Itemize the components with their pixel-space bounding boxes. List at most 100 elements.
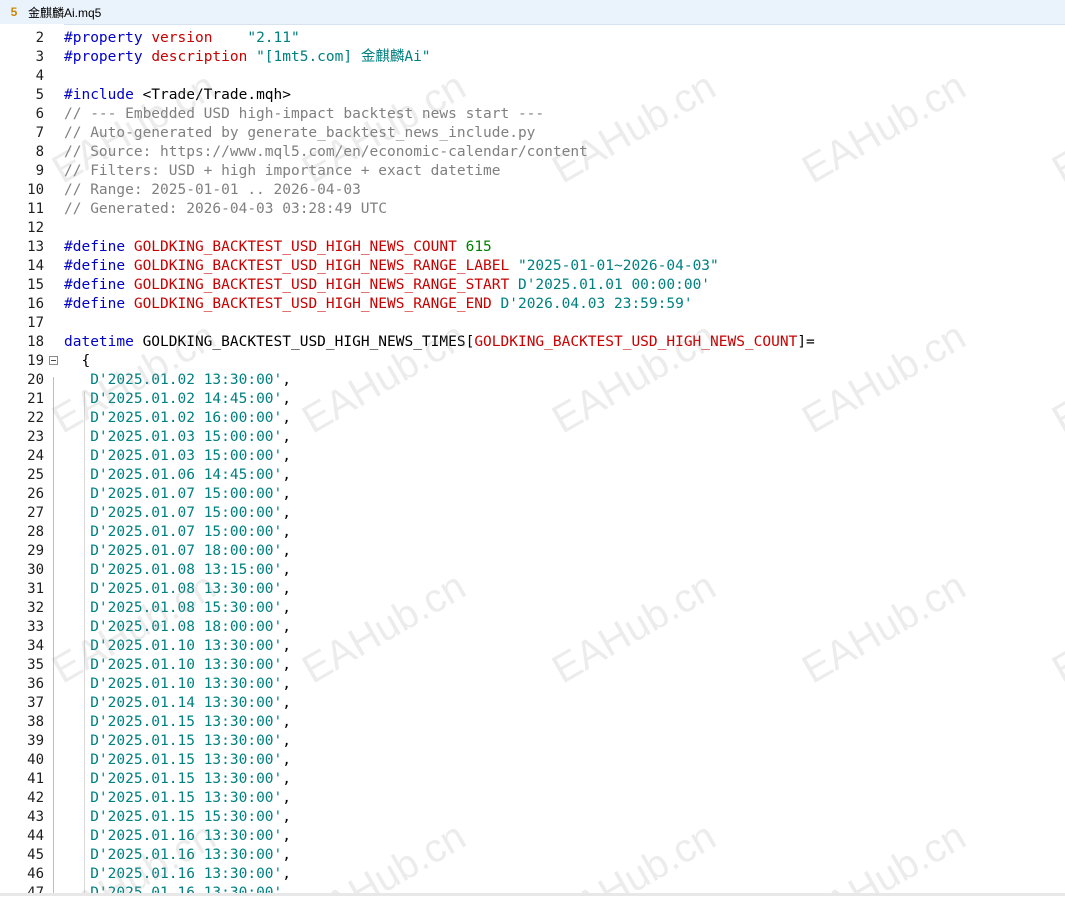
token-key: description [151,49,248,65]
fold-toggle-icon[interactable] [49,356,58,365]
code-line[interactable]: 25 D'2025.01.06 14:45:00', [0,466,1065,485]
line-number: 31 [27,581,44,597]
code-line[interactable]: 16 #define GOLDKING_BACKTEST_USD_HIGH_NEW… [0,295,1065,314]
code-line[interactable]: 33 D'2025.01.08 18:00:00', [0,618,1065,637]
token-txt: GOLDKING_BACKTEST_USD_HIGH_NEWS_TIMES[ [142,334,475,350]
code-line[interactable]: 10 // Range: 2025-01-01 .. 2026-04-03 [0,181,1065,200]
code-text: #property description "[1mt5.com] 金麒麟Ai" [64,48,431,67]
code-text: D'2025.01.08 13:15:00', [64,561,291,580]
code-line[interactable]: 42 D'2025.01.15 13:30:00', [0,789,1065,808]
code-line[interactable]: 41 D'2025.01.15 13:30:00', [0,770,1065,789]
code-line[interactable]: 15 #define GOLDKING_BACKTEST_USD_HIGH_NEW… [0,276,1065,295]
token-txt: , [282,771,291,787]
code-line[interactable]: 7 // Auto-generated by generate_backtest_… [0,124,1065,143]
token-txt: , [282,372,291,388]
token-txt: , [282,448,291,464]
code-line[interactable]: 8 // Source: https://www.mql5.com/en/econ… [0,143,1065,162]
token-txt: , [282,790,291,806]
line-number: 3 [35,49,44,65]
code-line[interactable]: 31 D'2025.01.08 13:30:00', [0,580,1065,599]
code-line[interactable]: 46 D'2025.01.16 13:30:00', [0,865,1065,884]
code-line[interactable]: 32 D'2025.01.08 15:30:00', [0,599,1065,618]
line-number: 16 [27,296,44,312]
code-line[interactable]: 21 D'2025.01.02 14:45:00', [0,390,1065,409]
token-str: D'2025.01.03 15:00:00' [90,448,283,464]
line-number: 6 [35,106,44,122]
code-line[interactable]: 44 D'2025.01.16 13:30:00', [0,827,1065,846]
token-txt: , [282,543,291,559]
line-number: 22 [27,410,44,426]
code-editor[interactable]: 2 #property version "2.11" 3 #property desc… [0,24,1065,896]
code-text: D'2025.01.06 14:45:00', [64,466,291,485]
token-txt: , [282,847,291,863]
code-line[interactable]: 27 D'2025.01.07 15:00:00', [0,504,1065,523]
code-line[interactable]: 5 #include <Trade/Trade.mqh> [0,86,1065,105]
token-str: D'2025.01.10 13:30:00' [90,657,283,673]
line-number: 33 [27,619,44,635]
line-number: 39 [27,733,44,749]
code-line[interactable]: 45 D'2025.01.16 13:30:00', [0,846,1065,865]
code-line[interactable]: 30 D'2025.01.08 13:15:00', [0,561,1065,580]
token-dir: #define [64,277,134,293]
line-number: 35 [27,657,44,673]
code-line[interactable]: 35 D'2025.01.10 13:30:00', [0,656,1065,675]
code-line[interactable]: 29 D'2025.01.07 18:00:00', [0,542,1065,561]
token-txt: , [282,638,291,654]
code-line[interactable]: 2 #property version "2.11" [0,29,1065,48]
code-text: D'2025.01.02 14:45:00', [64,390,291,409]
line-number: 9 [35,163,44,179]
code-line[interactable]: 39 D'2025.01.15 13:30:00', [0,732,1065,751]
code-line[interactable]: 4 [0,67,1065,86]
code-line[interactable]: 9 // Filters: USD + high importance + exa… [0,162,1065,181]
code-text: // Range: 2025-01-01 .. 2026-04-03 [64,181,361,200]
code-line[interactable]: 24 D'2025.01.03 15:00:00', [0,447,1065,466]
code-line[interactable]: 28 D'2025.01.07 15:00:00', [0,523,1065,542]
token-str: D'2025.01.08 15:30:00' [90,600,283,616]
token-str: D'2025.01.14 13:30:00' [90,695,283,711]
code-line[interactable]: 19 { [0,352,1065,371]
token-str: D'2025.01.15 13:30:00' [90,714,283,730]
line-number: 37 [27,695,44,711]
code-line[interactable]: 11 // Generated: 2026-04-03 03:28:49 UTC [0,200,1065,219]
code-line[interactable]: 22 D'2025.01.02 16:00:00', [0,409,1065,428]
token-str: D'2025.01.07 15:00:00' [90,505,283,521]
code-line[interactable]: 18 datetime GOLDKING_BACKTEST_USD_HIGH_NE… [0,333,1065,352]
token-str: D'2025.01.15 13:30:00' [90,790,283,806]
code-line[interactable]: 26 D'2025.01.07 15:00:00', [0,485,1065,504]
horizontal-scrollbar[interactable] [0,893,1065,896]
line-number: 25 [27,467,44,483]
token-txt: , [282,486,291,502]
token-dir: #property [64,49,152,65]
code-line[interactable]: 23 D'2025.01.03 15:00:00', [0,428,1065,447]
token-dir: #property [64,30,152,46]
code-line[interactable]: 14 #define GOLDKING_BACKTEST_USD_HIGH_NEW… [0,257,1065,276]
code-text: D'2025.01.15 13:30:00', [64,713,291,732]
code-line[interactable]: 13 #define GOLDKING_BACKTEST_USD_HIGH_NEW… [0,238,1065,257]
line-number: 2 [35,30,44,46]
code-line[interactable]: 38 D'2025.01.15 13:30:00', [0,713,1065,732]
line-number: 17 [27,315,44,331]
token-key: version [151,30,213,46]
code-line[interactable]: 34 D'2025.01.10 13:30:00', [0,637,1065,656]
token-key: GOLDKING_BACKTEST_USD_HIGH_NEWS_RANGE_ST… [133,277,510,293]
editor-tab[interactable]: 5 金麒麟Ai.mq5 [0,0,1065,25]
code-line[interactable]: 3 #property description "[1mt5.com] 金麒麟Ai… [0,48,1065,67]
code-line[interactable]: 36 D'2025.01.10 13:30:00', [0,675,1065,694]
token-txt: , [282,562,291,578]
code-line[interactable]: 17 [0,314,1065,333]
code-line[interactable]: 37 D'2025.01.14 13:30:00', [0,694,1065,713]
token-str: D'2025.01.02 13:30:00' [90,372,283,388]
token-txt: , [282,410,291,426]
code-line[interactable]: 20 D'2025.01.02 13:30:00', [0,371,1065,390]
code-text: D'2025.01.10 13:30:00', [64,675,291,694]
code-line[interactable]: 6 // --- Embedded USD high-impact backtes… [0,105,1065,124]
code-line[interactable]: 43 D'2025.01.15 15:30:00', [0,808,1065,827]
code-line[interactable]: 40 D'2025.01.15 13:30:00', [0,751,1065,770]
token-txt: { [64,353,91,369]
code-line[interactable]: 12 [0,219,1065,238]
line-number: 28 [27,524,44,540]
